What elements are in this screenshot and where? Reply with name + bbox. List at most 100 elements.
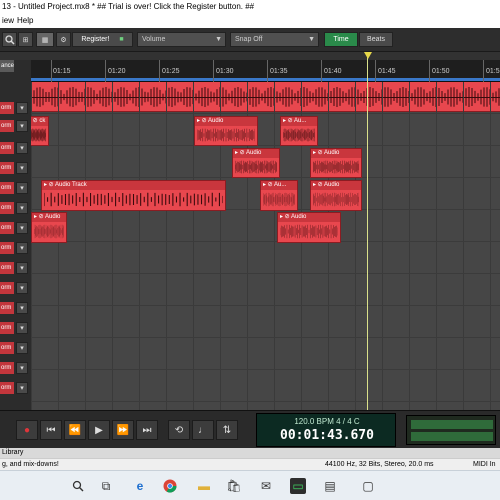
chevron-down-icon[interactable]: ▾	[16, 242, 28, 254]
ruler-label: 01:45	[378, 68, 396, 75]
window-icon[interactable]: ▢	[360, 478, 376, 494]
chevron-down-icon[interactable]: ▾	[16, 342, 28, 354]
track-name[interactable]: orm	[0, 262, 14, 274]
audio-clip[interactable]: ▸ ⊘ Audio	[310, 148, 362, 178]
playhead[interactable]	[367, 52, 368, 410]
chrome-icon[interactable]	[162, 478, 178, 494]
chevron-down-icon[interactable]: ▾	[16, 182, 28, 194]
store-icon[interactable]: 🛍	[226, 478, 242, 494]
track-row-separator	[31, 337, 500, 338]
edge-icon[interactable]: e	[132, 478, 148, 494]
play-button[interactable]: ▶	[88, 420, 110, 440]
audio-clip[interactable]: ▸ ⊘ Au...	[280, 116, 318, 146]
track-name[interactable]: orm	[0, 182, 14, 194]
metronome-button[interactable]: ♩	[192, 420, 214, 440]
track-name[interactable]: orm	[0, 222, 14, 234]
chevron-down-icon[interactable]: ▾	[16, 202, 28, 214]
ruler-tick	[105, 60, 106, 82]
audio-clip-label: ▸ ⊘ Audio	[195, 117, 257, 126]
waveform	[312, 191, 360, 208]
skip-start-button[interactable]: ⏮	[40, 420, 62, 440]
track-row-separator	[31, 241, 500, 242]
chevron-down-icon[interactable]: ▾	[16, 382, 28, 394]
rewind-button[interactable]: ⏪	[64, 420, 86, 440]
level-meter	[406, 415, 496, 445]
chevron-down-icon[interactable]: ▾	[16, 102, 28, 114]
track-name[interactable]: orm	[0, 282, 14, 294]
audio-clip[interactable]: ▸ ⊘ Audio	[31, 212, 67, 243]
register-button[interactable]: Register! ■	[72, 32, 133, 47]
audio-clip-label: ▸ ⊘ ck	[31, 117, 48, 126]
search-icon[interactable]	[2, 32, 17, 47]
menu-item-help[interactable]: Help	[17, 13, 33, 28]
timeline-ruler[interactable]: 01:15 01:20 01:25 01:30 01:35 01:40 01:4…	[31, 60, 500, 82]
track-name[interactable]: orm	[0, 162, 14, 174]
chevron-down-icon[interactable]: ▾	[16, 162, 28, 174]
bpm-readout: 120.0 BPM 4 / 4 C	[294, 417, 360, 426]
track-name[interactable]: orm	[0, 242, 14, 254]
track-control: orm ▾	[0, 180, 31, 196]
audio-clip[interactable]: ▸ ⊘ Audio	[232, 148, 280, 178]
playhead-marker[interactable]	[364, 52, 372, 59]
beats-toggle[interactable]: Beats	[359, 32, 393, 47]
track-name[interactable]: orm	[0, 120, 14, 132]
library-tab[interactable]: Library	[0, 448, 500, 458]
loop-button[interactable]: ⟲	[168, 420, 190, 440]
skip-end-button[interactable]: ⏭	[136, 420, 158, 440]
volume-dropdown[interactable]: Volume ▼	[137, 32, 226, 47]
track-name[interactable]: orm	[0, 322, 14, 334]
audio-clip[interactable]: ▸ ⊘ Audio	[310, 180, 362, 211]
meter-bar-right	[411, 432, 493, 441]
library-label: Library	[2, 449, 24, 456]
notepad-icon[interactable]: ▤	[322, 478, 338, 494]
sync-button[interactable]: ⇅	[216, 420, 238, 440]
chevron-down-icon[interactable]: ▾	[16, 362, 28, 374]
waveform	[234, 159, 278, 175]
waveform-path	[312, 160, 360, 174]
file-explorer-icon[interactable]: ▬	[196, 478, 212, 494]
chevron-down-icon[interactable]: ▾	[16, 142, 28, 154]
mail-icon[interactable]: ✉	[258, 478, 274, 494]
keyboard-icon[interactable]: ▦	[36, 32, 54, 47]
waveform	[31, 127, 47, 143]
fast-forward-button[interactable]: ⏩	[112, 420, 134, 440]
time-toggle[interactable]: Time	[324, 32, 358, 47]
record-button[interactable]: ●	[16, 420, 38, 440]
menu-item-view[interactable]: iew	[2, 13, 14, 28]
waveform-path	[33, 224, 65, 239]
track-name[interactable]: orm	[0, 102, 14, 114]
waveform-svg	[312, 192, 360, 207]
track-name[interactable]: orm	[0, 362, 14, 374]
search-icon[interactable]	[70, 478, 86, 494]
audio-clip[interactable]: ▸ ⊘ Audio	[277, 212, 341, 243]
task-view-icon[interactable]: ⧉	[98, 478, 114, 494]
chevron-down-icon[interactable]: ▾	[16, 120, 28, 132]
meter-bar-left	[411, 420, 493, 429]
audio-clip[interactable]: ▸ ⊘ ck	[31, 116, 49, 146]
track-control: orm ▾	[0, 300, 31, 316]
master-track-clip[interactable]	[31, 82, 500, 112]
gear-icon[interactable]: ⚙	[56, 32, 71, 47]
chevron-down-icon[interactable]: ▾	[16, 222, 28, 234]
snap-dropdown[interactable]: Snap Off ▼	[230, 32, 319, 47]
audio-clip[interactable]: ▸ ⊘ Au...	[260, 180, 298, 211]
ruler-tick	[429, 60, 430, 82]
chevron-down-icon[interactable]: ▾	[16, 322, 28, 334]
audio-clip[interactable]: ▸ ⊘ Audio	[194, 116, 258, 146]
chevron-down-icon[interactable]: ▾	[16, 262, 28, 274]
track-name[interactable]: orm	[0, 202, 14, 214]
track-name[interactable]: orm	[0, 142, 14, 154]
mixcraft-icon[interactable]: ▭	[290, 478, 306, 494]
grid-line	[436, 82, 437, 410]
chevron-down-icon[interactable]: ▾	[16, 302, 28, 314]
track-name[interactable]: orm	[0, 302, 14, 314]
audio-clip-label: ▸ ⊘ Audio	[311, 181, 361, 190]
chevron-down-icon[interactable]: ▾	[16, 282, 28, 294]
ruler-tick	[483, 60, 484, 82]
timeline-area[interactable]: ▸ ⊘ Audio Track ▸ ⊘ Audio ▸ ⊘ Au... ▸ ⊘ Aud…	[31, 82, 500, 410]
zoom-icon[interactable]: ⊞	[18, 32, 33, 47]
audio-clip-label: ▸ ⊘ Audio Track	[42, 181, 225, 190]
track-name[interactable]: orm	[0, 382, 14, 394]
track-name[interactable]: orm	[0, 342, 14, 354]
audio-clip[interactable]: ▸ ⊘ Audio Track	[41, 180, 226, 211]
